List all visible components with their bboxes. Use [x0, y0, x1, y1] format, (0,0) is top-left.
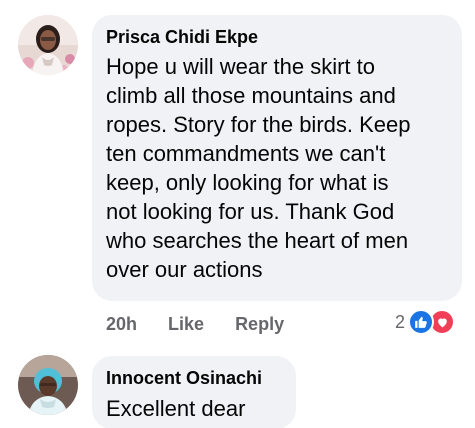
comment-thread: Prisca Chidi Ekpe Hope u will wear the s… — [0, 0, 475, 428]
profile-photo-icon — [18, 355, 78, 415]
comment-author[interactable]: Innocent Osinachi — [106, 366, 282, 390]
comment-bubble: Innocent Osinachi Excellent dear — [92, 356, 296, 428]
avatar[interactable] — [18, 15, 78, 75]
like-button[interactable]: Like — [168, 314, 204, 335]
reaction-count: 2 — [395, 311, 406, 332]
avatar[interactable] — [18, 355, 78, 415]
comment-bubble: Prisca Chidi Ekpe Hope u will wear the s… — [92, 15, 462, 301]
comment-timestamp[interactable]: 20h — [106, 314, 137, 335]
profile-photo-icon — [18, 15, 78, 75]
comment-actions: 20h Like Reply — [106, 311, 284, 337]
comment-text: Hope u will wear the skirt to climb all … — [106, 54, 411, 282]
like-icon — [408, 309, 435, 335]
reaction-summary[interactable]: 2 — [395, 308, 456, 336]
comment-text: Excellent dear — [106, 396, 246, 421]
reply-button[interactable]: Reply — [235, 314, 284, 335]
comment-author[interactable]: Prisca Chidi Ekpe — [106, 25, 446, 49]
